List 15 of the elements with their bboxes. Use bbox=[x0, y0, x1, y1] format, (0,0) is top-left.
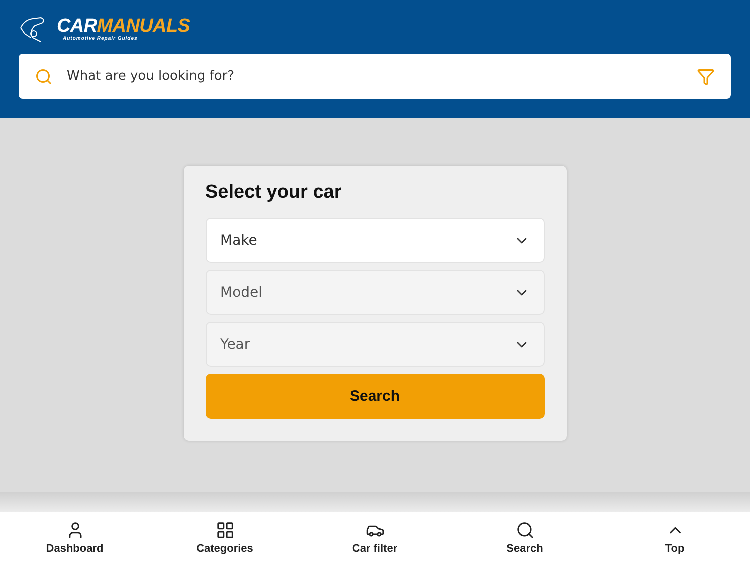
filter-icon[interactable] bbox=[697, 68, 715, 86]
nav-item[interactable]: Categories bbox=[150, 512, 300, 563]
nav-item[interactable]: Search bbox=[450, 512, 600, 563]
search-icon bbox=[35, 68, 53, 86]
search-field[interactable]: What are you looking for? bbox=[65, 68, 685, 85]
card-title: Select your car bbox=[206, 182, 343, 204]
nav-item[interactable]: Dashboard bbox=[0, 512, 150, 563]
nav-item[interactable]: Car filter bbox=[300, 512, 450, 563]
search-button[interactable]: Search bbox=[206, 374, 544, 419]
search-icon bbox=[516, 520, 534, 540]
nav-item[interactable]: Top bbox=[600, 512, 750, 563]
search-bar[interactable]: What are you looking for? bbox=[19, 54, 731, 99]
dropdown-select[interactable]: Make bbox=[206, 218, 544, 263]
logo-wordmark: CARMANUALS bbox=[57, 16, 190, 36]
grid-icon bbox=[216, 520, 234, 540]
